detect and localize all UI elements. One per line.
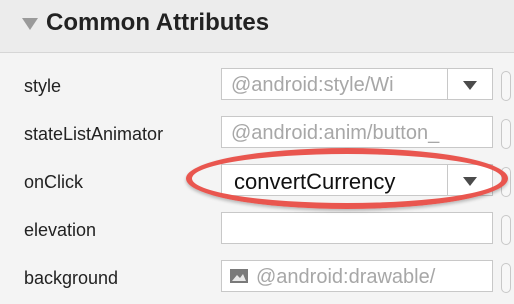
chevron-down-icon — [463, 81, 477, 90]
elevation-edit-button[interactable] — [501, 215, 511, 245]
elevation-field[interactable] — [221, 212, 493, 244]
attribute-label-onclick: onClick — [24, 172, 84, 192]
attributes-panel: Common Attributes style @android:style/W… — [0, 0, 514, 298]
onclick-dropdown-button[interactable] — [447, 165, 492, 195]
background-value: @android:drawable/ — [256, 266, 436, 288]
style-field[interactable]: @android:style/Wi — [221, 68, 493, 100]
attribute-row-statelistanimator: stateListAnimator @android:anim/button_ — [0, 112, 514, 160]
collapse-triangle-icon[interactable] — [22, 18, 38, 30]
style-edit-button[interactable] — [501, 71, 511, 101]
attribute-row-background: background @android:drawable/ — [0, 256, 514, 304]
image-icon — [230, 269, 248, 283]
onclick-edit-button[interactable] — [501, 167, 511, 197]
attribute-row-style: style @android:style/Wi — [0, 64, 514, 112]
attribute-label-statelistanimator: stateListAnimator — [24, 124, 164, 144]
attribute-label-background: background — [24, 268, 119, 288]
attribute-row-elevation: elevation — [0, 208, 514, 256]
attribute-label-style: style — [24, 76, 62, 96]
background-field[interactable]: @android:drawable/ — [221, 260, 493, 292]
onclick-field[interactable]: convertCurrency — [221, 164, 493, 196]
style-dropdown-button[interactable] — [447, 69, 492, 99]
statelistanimator-edit-button[interactable] — [501, 119, 511, 149]
background-edit-button[interactable] — [501, 263, 511, 293]
style-value: @android:style/Wi — [231, 74, 394, 96]
chevron-down-icon — [463, 177, 477, 186]
section-header[interactable]: Common Attributes — [0, 0, 514, 53]
section-title: Common Attributes — [46, 9, 270, 36]
attribute-label-elevation: elevation — [24, 220, 97, 240]
attribute-row-onclick: onClick convertCurrency — [0, 160, 514, 208]
onclick-value: convertCurrency — [234, 169, 396, 194]
statelistanimator-value: @android:anim/button_ — [231, 122, 440, 144]
statelistanimator-field[interactable]: @android:anim/button_ — [221, 116, 493, 148]
